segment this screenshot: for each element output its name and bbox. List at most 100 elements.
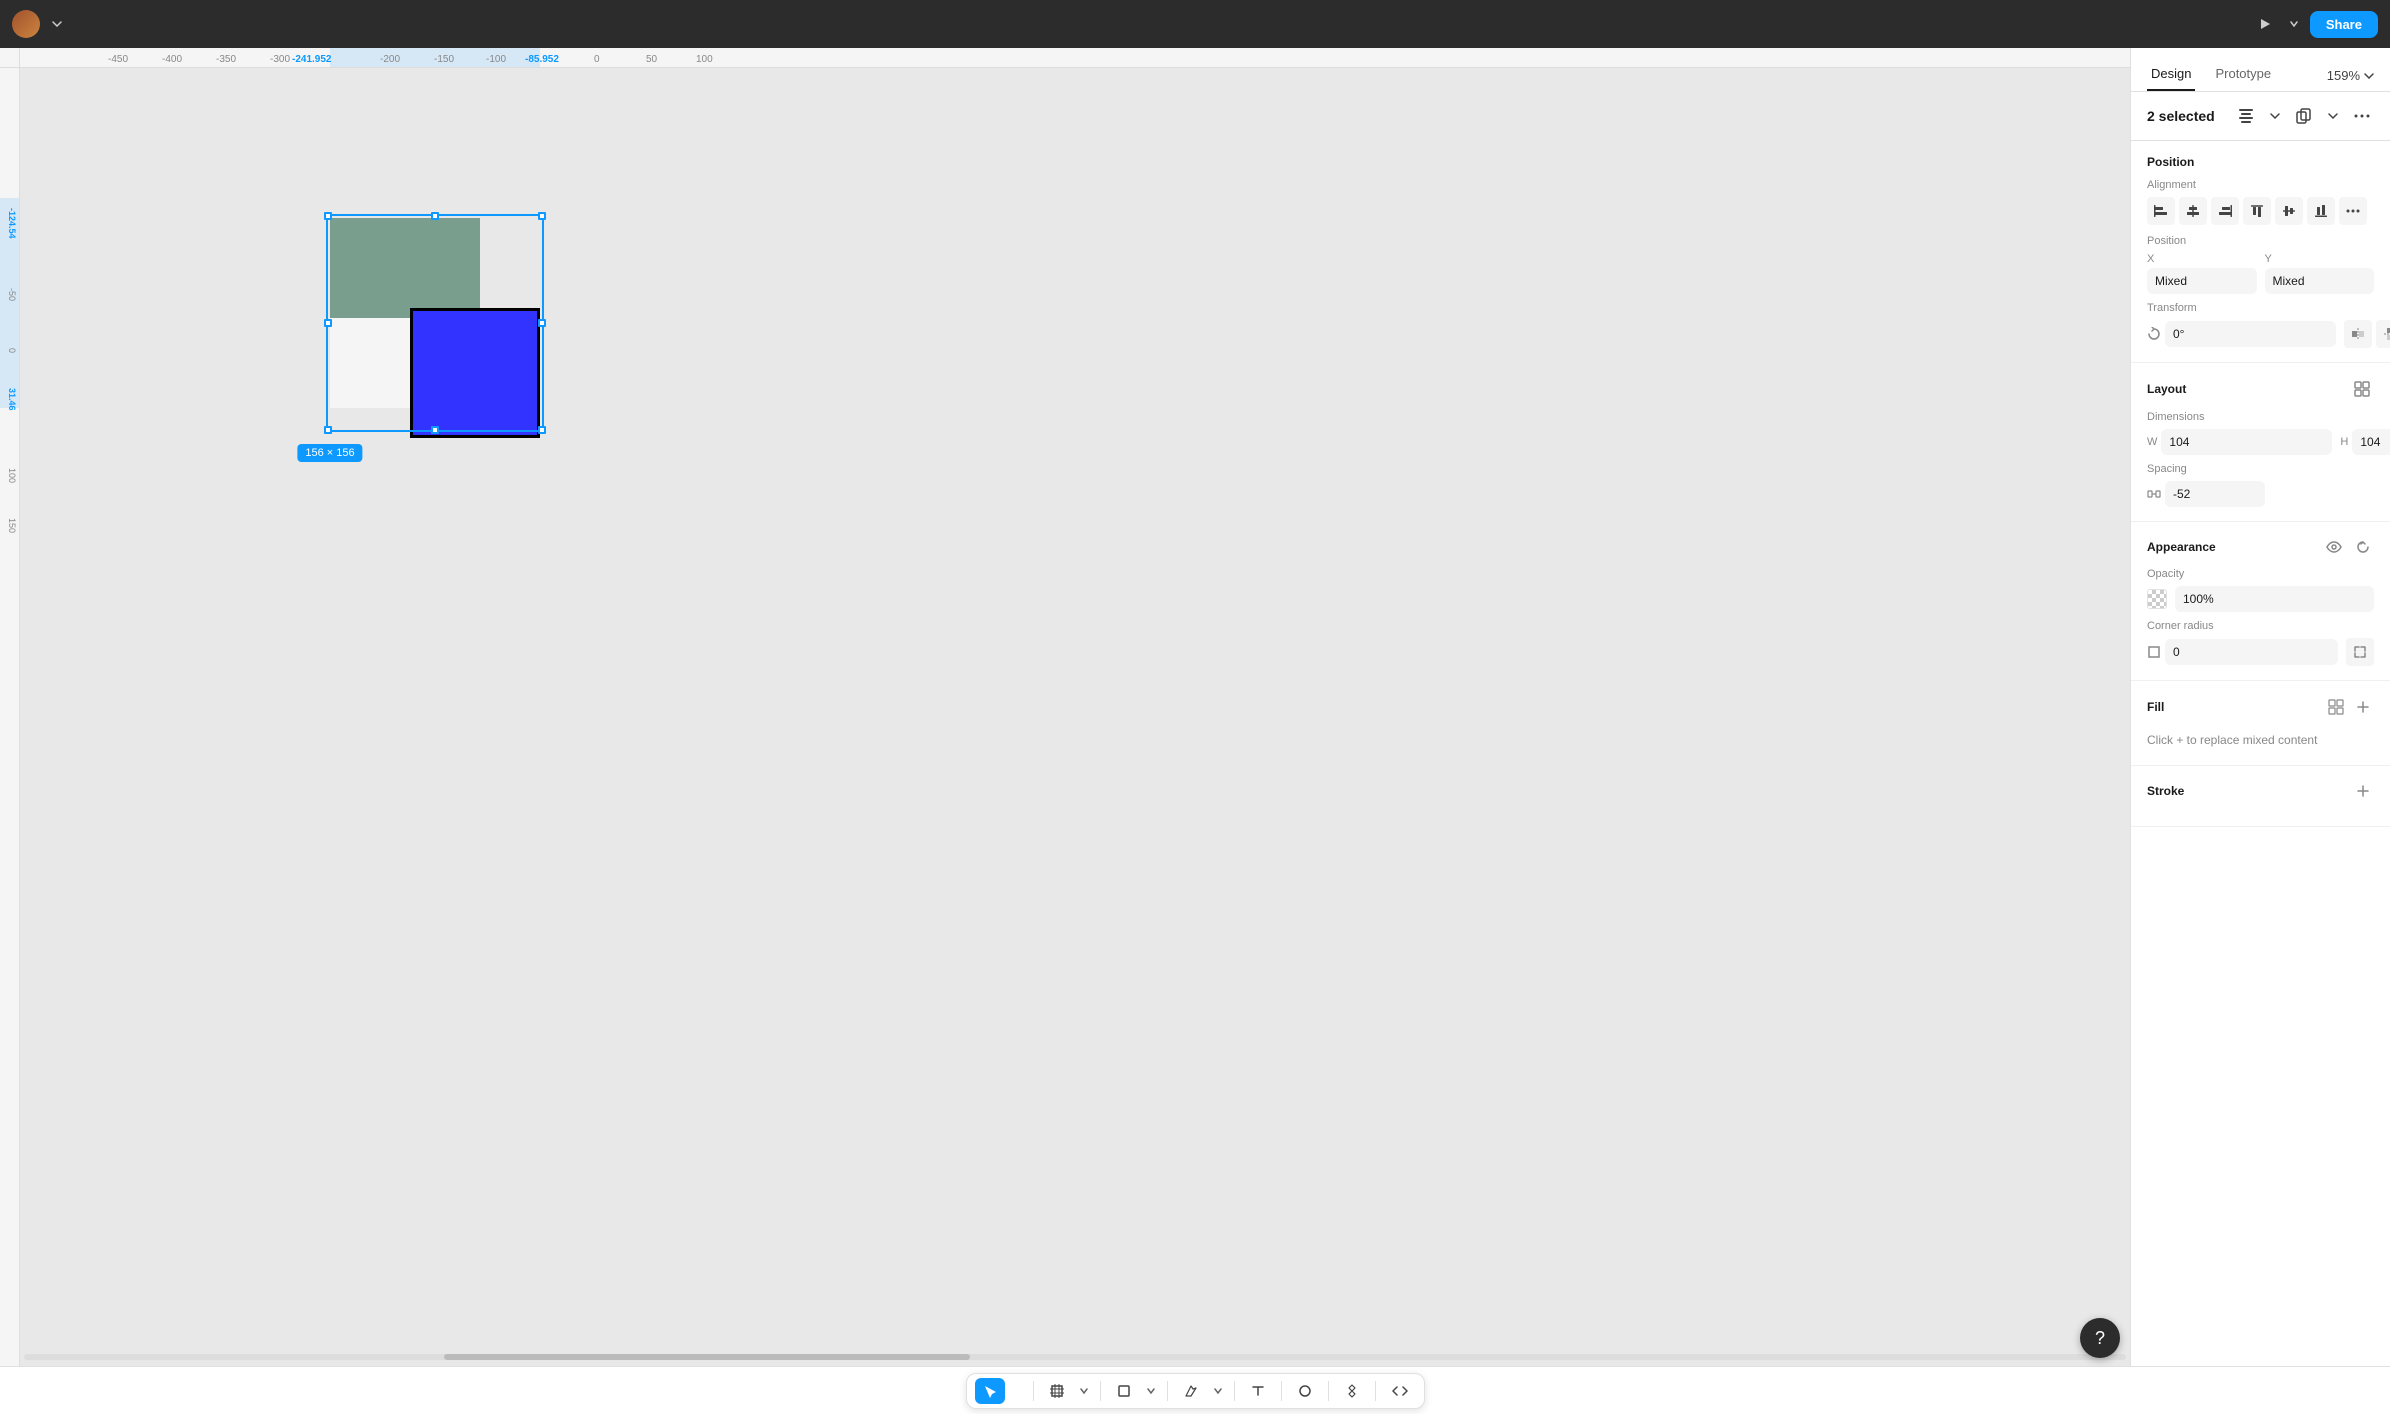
stroke-section: Stroke: [2131, 766, 2390, 827]
share-button[interactable]: Share: [2310, 11, 2378, 38]
fill-section-header: Fill: [2147, 695, 2374, 719]
ruler-left: -124.54 -50 0 31.46 100 150: [0, 68, 20, 1366]
right-panel: Design Prototype 159% 2 selected: [2130, 48, 2390, 1366]
zoom-control[interactable]: 159%: [2327, 68, 2374, 83]
xy-fields: X Y: [2147, 253, 2374, 294]
stroke-add-btn[interactable]: [2352, 780, 2374, 802]
fill-grid-btn[interactable]: [2324, 695, 2348, 719]
align-icon-btn[interactable]: [2234, 104, 2258, 128]
spacing-row: [2147, 481, 2374, 507]
pen-tool-btn[interactable]: [1176, 1378, 1206, 1404]
y-input[interactable]: [2265, 268, 2375, 294]
handle-bl[interactable]: [324, 426, 332, 434]
toolbar-divider-3: [1167, 1381, 1168, 1401]
w-label: W: [2147, 436, 2157, 448]
toolbar-divider-6: [1328, 1381, 1329, 1401]
select-tool-dropdown[interactable]: [1009, 1386, 1025, 1396]
rect-tool-dropdown[interactable]: [1143, 1386, 1159, 1396]
avatar[interactable]: [12, 10, 40, 38]
dimensions-row: W H: [2147, 429, 2374, 455]
component-tool-btn[interactable]: [1337, 1378, 1367, 1404]
spacing-label: Spacing: [2147, 463, 2374, 475]
transform-row: [2147, 320, 2374, 348]
appearance-section-header: Appearance: [2147, 536, 2374, 558]
alignment-label: Alignment: [2147, 179, 2374, 191]
play-button[interactable]: [2250, 12, 2278, 36]
corner-input[interactable]: [2165, 639, 2338, 665]
tab-design[interactable]: Design: [2147, 58, 2195, 91]
more-options-btn[interactable]: [2350, 110, 2374, 122]
flip-buttons: [2344, 320, 2390, 348]
shape-white-rect[interactable]: [330, 318, 420, 408]
layout-section: Layout Dimensions W H: [2131, 363, 2390, 522]
rotation-icon: [2147, 327, 2161, 341]
select-tool-btn[interactable]: [975, 1378, 1005, 1404]
expand-corners-btn[interactable]: [2346, 638, 2374, 666]
selected-header: 2 selected: [2131, 92, 2390, 141]
toolbar: [966, 1373, 1425, 1409]
toolbar-divider-4: [1234, 1381, 1235, 1401]
h-label: H: [2340, 436, 2348, 448]
reset-btn[interactable]: [2352, 536, 2374, 558]
topbar-right: Share: [2250, 11, 2378, 38]
corner-row: [2147, 638, 2374, 666]
user-menu-chevron[interactable]: [48, 19, 66, 29]
topbar: Share: [0, 0, 2390, 48]
appearance-title: Appearance: [2147, 540, 2216, 554]
ruler-top: -241.952 -450 -400 -350 -300 -200 -150 -…: [20, 48, 2130, 68]
copy-chevron-btn[interactable]: [2324, 109, 2342, 123]
fill-mixed-text: Click + to replace mixed content: [2147, 729, 2374, 751]
ellipse-tool-btn[interactable]: [1290, 1378, 1320, 1404]
align-middle-btn[interactable]: [2275, 197, 2303, 225]
align-right-btn[interactable]: [2211, 197, 2239, 225]
y-label: Y: [2265, 253, 2375, 265]
align-center-h-btn[interactable]: [2179, 197, 2207, 225]
shape-blue-rect[interactable]: [410, 308, 540, 438]
fill-add-btn[interactable]: [2352, 696, 2374, 718]
x-input[interactable]: [2147, 268, 2257, 294]
flip-horizontal-btn[interactable]: [2344, 320, 2372, 348]
spacing-input[interactable]: [2165, 481, 2265, 507]
position-section: Position Alignment: [2131, 141, 2390, 363]
align-bottom-btn[interactable]: [2307, 197, 2335, 225]
size-tooltip: 156 × 156: [297, 444, 362, 462]
handle-tr[interactable]: [538, 212, 546, 220]
align-top-btn[interactable]: [2243, 197, 2271, 225]
opacity-swatch[interactable]: [2147, 589, 2167, 609]
code-tool-btn[interactable]: [1384, 1378, 1416, 1404]
selected-count-label: 2 selected: [2147, 108, 2226, 124]
pen-tool-dropdown[interactable]: [1210, 1386, 1226, 1396]
spacing-icon: [2147, 487, 2161, 501]
opacity-row: [2147, 586, 2374, 612]
help-button[interactable]: ?: [2080, 1318, 2120, 1358]
frame-tool-dropdown[interactable]: [1076, 1386, 1092, 1396]
toolbar-divider-1: [1033, 1381, 1034, 1401]
x-field-group: X: [2147, 253, 2257, 294]
appearance-section: Appearance Opacity Corner radius: [2131, 522, 2390, 681]
x-label: X: [2147, 253, 2257, 265]
canvas-area[interactable]: -241.952 -450 -400 -350 -300 -200 -150 -…: [0, 48, 2130, 1366]
visibility-btn[interactable]: [2322, 537, 2346, 557]
position-section-header: Position: [2147, 155, 2374, 169]
text-tool-btn[interactable]: [1243, 1378, 1273, 1404]
align-left-btn[interactable]: [2147, 197, 2175, 225]
height-input[interactable]: [2352, 429, 2390, 455]
layout-icon-btn[interactable]: [2350, 377, 2374, 401]
play-dropdown-button[interactable]: [2286, 19, 2302, 29]
corner-label: Corner radius: [2147, 620, 2374, 632]
copy-icon-btn[interactable]: [2292, 104, 2316, 128]
frame-tool-btn[interactable]: [1042, 1378, 1072, 1404]
dimensions-label: Dimensions: [2147, 411, 2374, 423]
stroke-title: Stroke: [2147, 784, 2184, 798]
opacity-input[interactable]: [2175, 586, 2374, 612]
canvas-scrollbar[interactable]: [20, 1354, 2130, 1362]
width-input[interactable]: [2161, 429, 2332, 455]
more-align-btn[interactable]: [2339, 197, 2367, 225]
rotation-input[interactable]: [2165, 321, 2336, 347]
canvas[interactable]: 156 × 156: [20, 68, 2130, 1346]
tab-prototype[interactable]: Prototype: [2211, 58, 2275, 91]
chevron-icon-btn[interactable]: [2266, 109, 2284, 123]
flip-vertical-btn[interactable]: [2376, 320, 2390, 348]
main-layout: -241.952 -450 -400 -350 -300 -200 -150 -…: [0, 48, 2390, 1366]
rect-tool-btn[interactable]: [1109, 1378, 1139, 1404]
